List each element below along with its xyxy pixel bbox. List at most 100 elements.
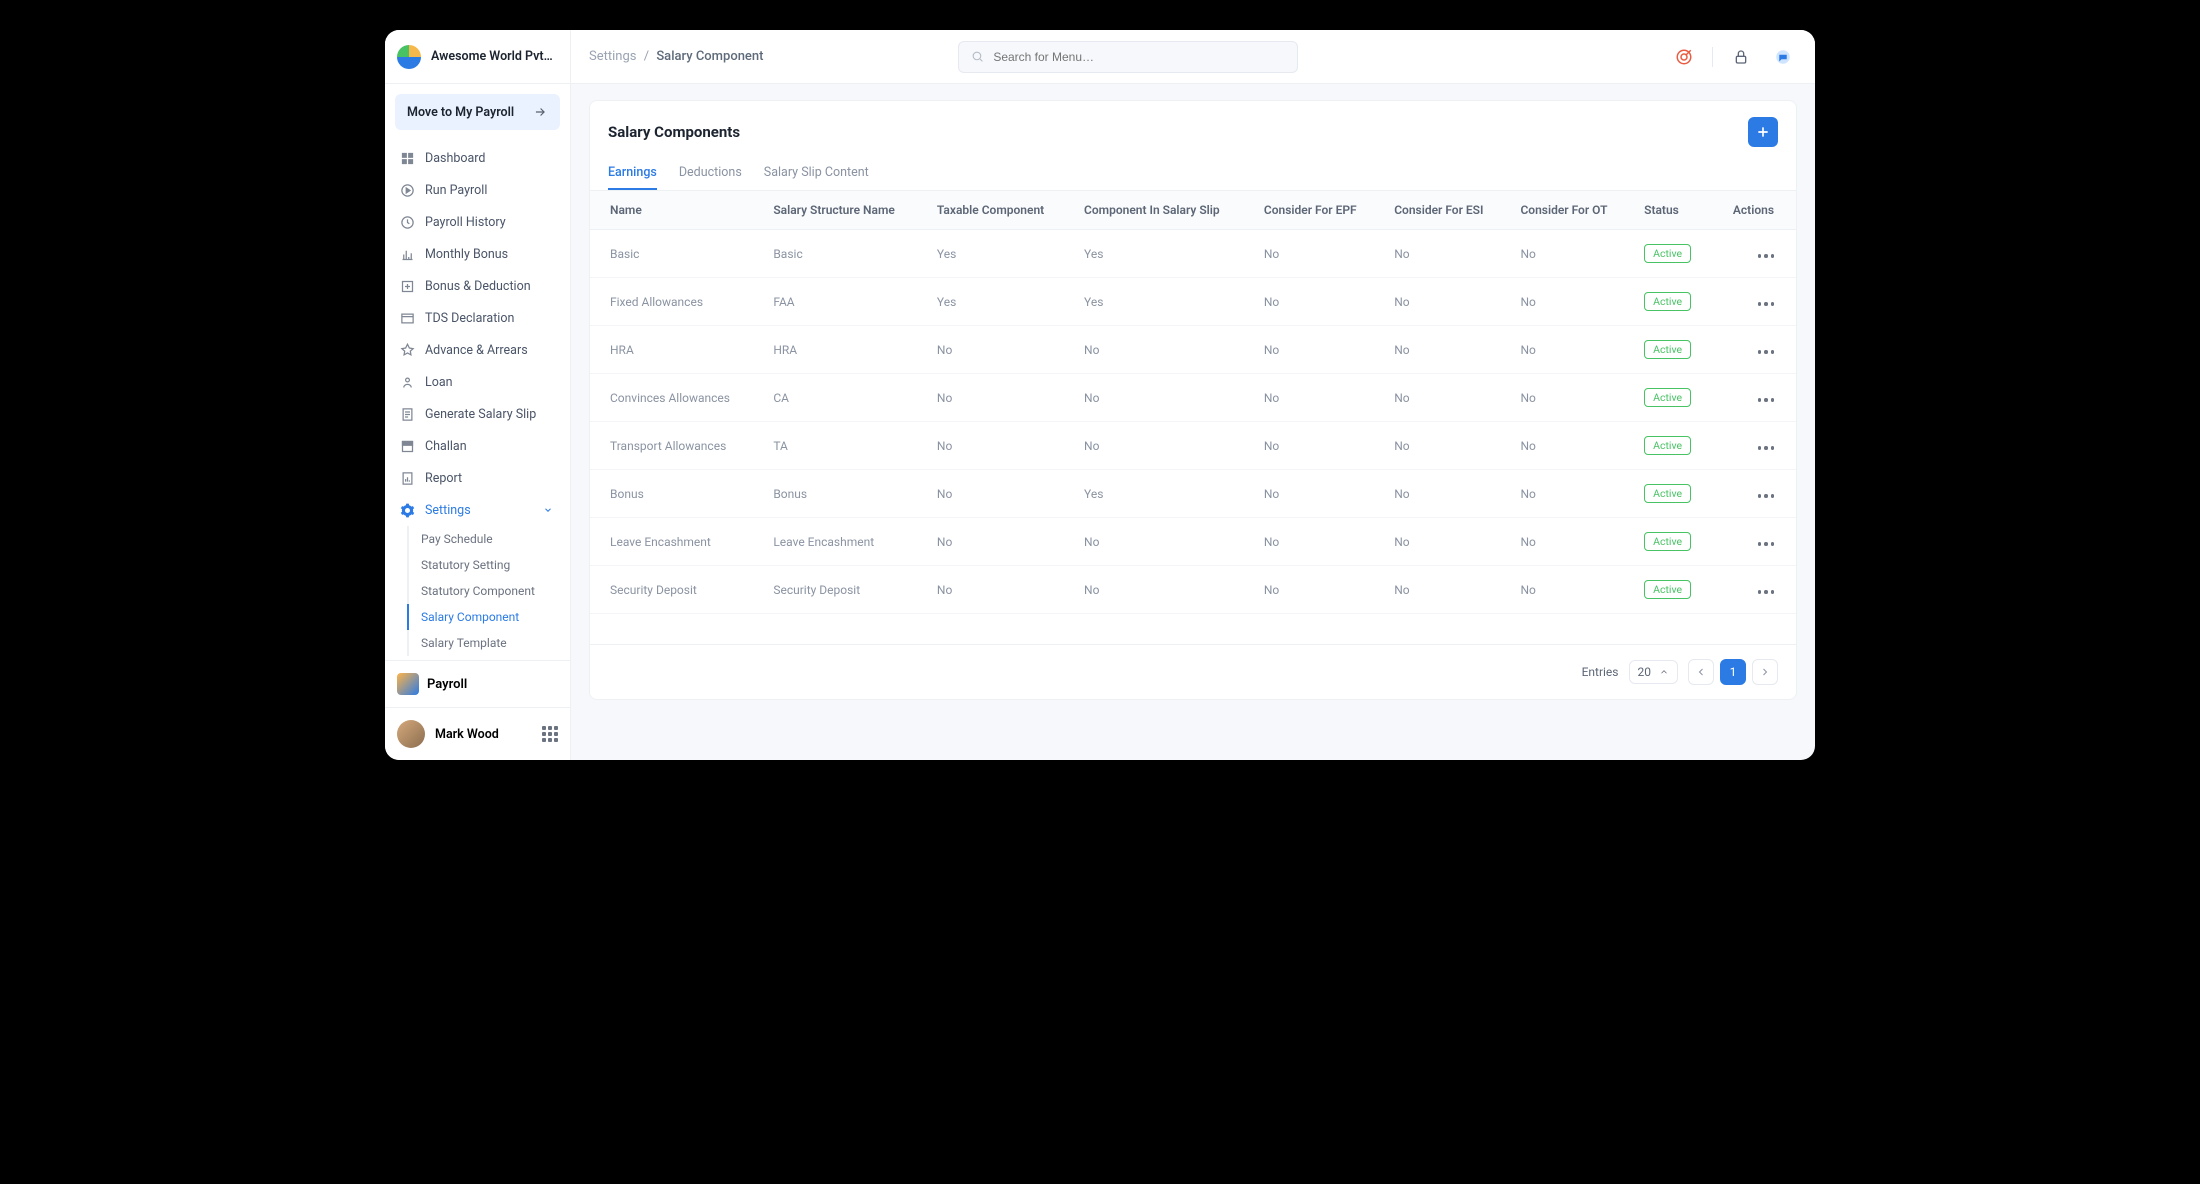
sidebar-item-challan[interactable]: Challan	[385, 430, 570, 462]
cell: No	[1254, 326, 1384, 374]
col-component-in-salary-slip: Component In Salary Slip	[1074, 191, 1254, 230]
sidebar-item-label: Report	[425, 471, 462, 486]
subnav-statutory-component[interactable]: Statutory Component	[407, 578, 570, 604]
sidebar-item-monthly-bonus[interactable]: Monthly Bonus	[385, 238, 570, 270]
table-row: Transport AllowancesTANoNoNoNoNoActive	[590, 422, 1796, 470]
row-actions-button[interactable]	[1758, 350, 1775, 354]
cell-actions	[1711, 278, 1796, 326]
lock-icon[interactable]	[1727, 43, 1755, 71]
pager-next[interactable]	[1752, 659, 1778, 685]
module-panel[interactable]: Payroll	[385, 660, 570, 707]
tab-deductions[interactable]: Deductions	[679, 157, 742, 190]
row-actions-button[interactable]	[1758, 302, 1775, 306]
cell: No	[1384, 326, 1510, 374]
cell-status: Active	[1634, 518, 1711, 566]
col-actions: Actions	[1711, 191, 1796, 230]
sidebar-item-dashboard[interactable]: Dashboard	[385, 142, 570, 174]
cell-actions	[1711, 230, 1796, 278]
breadcrumb-sep: /	[644, 49, 649, 64]
user-name: Mark Wood	[435, 727, 532, 742]
cell: No	[1384, 422, 1510, 470]
divider	[1712, 47, 1713, 67]
pager-prev[interactable]	[1688, 659, 1714, 685]
sidebar-item-label: Loan	[425, 375, 453, 390]
cell: Transport Allowances	[590, 422, 763, 470]
target-icon[interactable]	[1670, 43, 1698, 71]
salary-components-table: NameSalary Structure NameTaxable Compone…	[590, 191, 1796, 614]
loan-icon	[399, 374, 415, 390]
sidebar-item-label: Bonus & Deduction	[425, 279, 531, 294]
cell: No	[1510, 518, 1634, 566]
row-actions-button[interactable]	[1758, 446, 1775, 450]
cell: No	[1074, 518, 1254, 566]
subnav-salary-component[interactable]: Salary Component	[407, 604, 570, 630]
cell: No	[927, 326, 1074, 374]
col-status: Status	[1634, 191, 1711, 230]
sidebar-item-bonus-deduction[interactable]: Bonus & Deduction	[385, 270, 570, 302]
tab-salary-slip-content[interactable]: Salary Slip Content	[764, 157, 869, 190]
cell: No	[1384, 470, 1510, 518]
status-badge: Active	[1644, 532, 1691, 551]
subnav-pay-schedule[interactable]: Pay Schedule	[407, 526, 570, 552]
row-actions-button[interactable]	[1758, 398, 1775, 402]
search-input[interactable]	[985, 50, 1287, 64]
chat-icon[interactable]	[1769, 43, 1797, 71]
cell: No	[1384, 518, 1510, 566]
status-badge: Active	[1644, 292, 1691, 311]
cell-actions	[1711, 566, 1796, 614]
table-row: HRAHRANoNoNoNoNoActive	[590, 326, 1796, 374]
tab-earnings[interactable]: Earnings	[608, 157, 657, 190]
cell: No	[1254, 566, 1384, 614]
sidebar-item-label: TDS Declaration	[425, 311, 514, 326]
col-consider-for-esi: Consider For ESI	[1384, 191, 1510, 230]
pager: 1	[1688, 659, 1778, 685]
cell: Security Deposit	[590, 566, 763, 614]
subnav-statutory-setting[interactable]: Statutory Setting	[407, 552, 570, 578]
cell: No	[1384, 230, 1510, 278]
search-input-wrap[interactable]	[958, 41, 1298, 73]
brand: Awesome World Pvt…	[385, 30, 570, 84]
table-row: Leave EncashmentLeave EncashmentNoNoNoNo…	[590, 518, 1796, 566]
cell: No	[1510, 278, 1634, 326]
cell: Yes	[1074, 278, 1254, 326]
gear-icon	[399, 502, 415, 518]
search-icon	[969, 49, 985, 65]
apps-grid-icon[interactable]	[542, 726, 558, 742]
cell: No	[1074, 374, 1254, 422]
payroll-module-icon	[397, 673, 419, 695]
run-payroll-icon	[399, 182, 415, 198]
move-label: Move to My Payroll	[407, 105, 514, 120]
cell-status: Active	[1634, 326, 1711, 374]
cell-status: Active	[1634, 566, 1711, 614]
pager-page-1[interactable]: 1	[1720, 659, 1746, 685]
cell: No	[1074, 326, 1254, 374]
move-to-my-payroll-button[interactable]: Move to My Payroll	[395, 94, 560, 130]
col-consider-for-ot: Consider For OT	[1510, 191, 1634, 230]
cell: No	[1510, 326, 1634, 374]
row-actions-button[interactable]	[1758, 254, 1775, 258]
row-actions-button[interactable]	[1758, 542, 1775, 546]
sidebar-item-report[interactable]: Report	[385, 462, 570, 494]
cell: No	[1384, 566, 1510, 614]
row-actions-button[interactable]	[1758, 590, 1775, 594]
cell: TA	[763, 422, 927, 470]
avatar[interactable]	[397, 720, 425, 748]
subnav-salary-template[interactable]: Salary Template	[407, 630, 570, 656]
topbar: Settings / Salary Component	[571, 30, 1815, 84]
sidebar-item-generate-salary-slip[interactable]: Generate Salary Slip	[385, 398, 570, 430]
sidebar-item-run-payroll[interactable]: Run Payroll	[385, 174, 570, 206]
row-actions-button[interactable]	[1758, 494, 1775, 498]
breadcrumb-root[interactable]: Settings	[589, 49, 636, 64]
sidebar-item-loan[interactable]: Loan	[385, 366, 570, 398]
sidebar-item-payroll-history[interactable]: Payroll History	[385, 206, 570, 238]
cell: No	[1074, 566, 1254, 614]
table-row: Convinces AllowancesCANoNoNoNoNoActive	[590, 374, 1796, 422]
sidebar-item-tds-declaration[interactable]: TDS Declaration	[385, 302, 570, 334]
sidebar-item-advance-arrears[interactable]: Advance & Arrears	[385, 334, 570, 366]
advance-icon	[399, 342, 415, 358]
add-button[interactable]	[1748, 117, 1778, 147]
company-name: Awesome World Pvt…	[431, 49, 558, 64]
entries-per-page-select[interactable]: 20	[1629, 660, 1679, 684]
status-badge: Active	[1644, 388, 1691, 407]
sidebar-item-settings[interactable]: Settings	[385, 494, 570, 526]
